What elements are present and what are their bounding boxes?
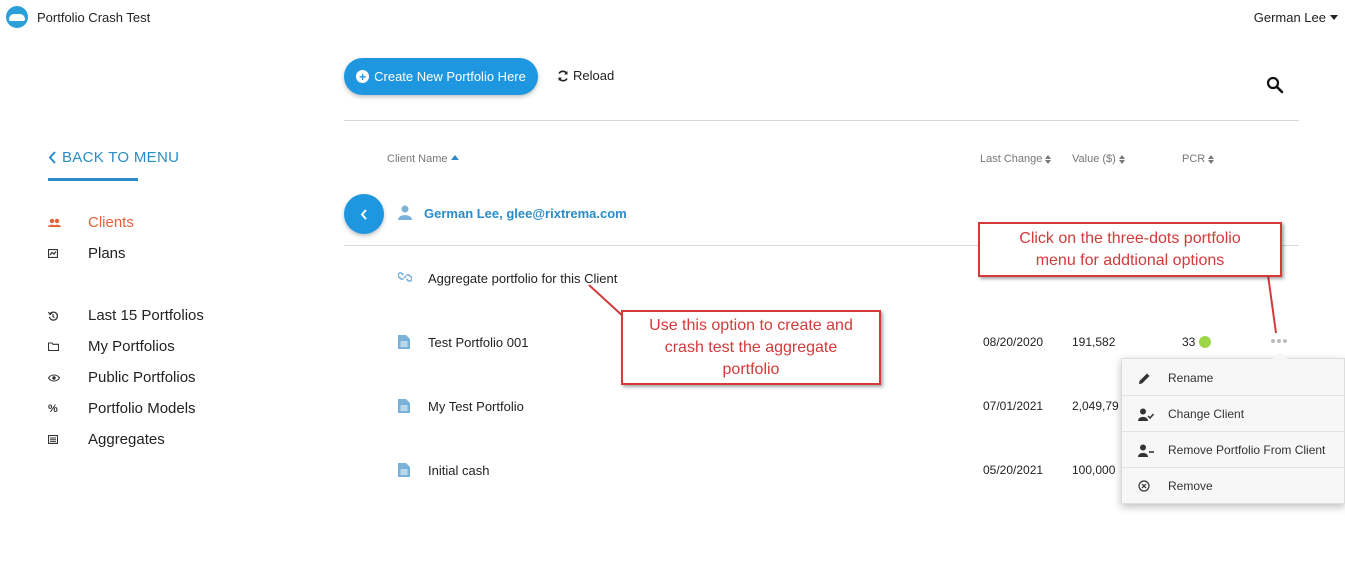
value-cell: 2,049,79 <box>1072 399 1119 413</box>
header-pcr-label: PCR <box>1182 153 1206 165</box>
plans-icon <box>48 249 88 258</box>
user-icon <box>398 205 412 220</box>
chevron-left-icon <box>360 208 367 220</box>
client-name[interactable]: German Lee, glee@rixtrema.com <box>424 206 627 221</box>
user-menu[interactable]: German Lee <box>1254 10 1338 25</box>
sidebar-item-portfolio-models[interactable]: % Portfolio Models <box>48 400 196 417</box>
link-icon <box>398 272 412 282</box>
pencil-icon <box>1122 372 1168 385</box>
header-client-name[interactable]: Client Name <box>387 153 459 165</box>
portfolio-name[interactable]: Test Portfolio 001 <box>428 335 528 350</box>
callout-text: portfolio <box>722 360 780 378</box>
sidebar-item-label: Aggregates <box>88 431 165 448</box>
search-button[interactable] <box>1266 76 1284 94</box>
aggregate-callout: Use this option to create and crash test… <box>621 310 881 385</box>
client-back-button[interactable] <box>344 194 384 234</box>
sidebar-item-plans[interactable]: Plans <box>48 245 126 262</box>
last-change-cell: 05/20/2021 <box>983 463 1044 477</box>
three-dots-callout: Click on the three-dots portfolio menu f… <box>978 222 1282 277</box>
percent-icon: % <box>48 402 58 415</box>
portfolio-name-aggregate[interactable]: Aggregate portfolio for this Client <box>428 271 617 286</box>
reload-button[interactable]: Reload <box>557 68 614 83</box>
user-check-icon <box>1122 408 1168 421</box>
sort-icon <box>1118 154 1125 164</box>
header-last-change[interactable]: Last Change <box>980 153 1052 165</box>
value-cell: 100,000 <box>1072 463 1116 477</box>
pcr-value: 33 <box>1182 335 1196 349</box>
callout-pointer-line <box>1267 274 1277 334</box>
pcr-cell: 33 <box>1182 335 1212 349</box>
create-portfolio-button[interactable]: + Create New Portfolio Here <box>344 58 538 95</box>
value-cell: 191,582 <box>1072 335 1116 349</box>
menu-item-rename[interactable]: Rename <box>1122 360 1344 396</box>
sort-icon <box>1045 154 1052 164</box>
sidebar-item-last-15-portfolios[interactable]: Last 15 Portfolios <box>48 307 204 324</box>
create-portfolio-label: Create New Portfolio Here <box>374 69 526 84</box>
reload-label: Reload <box>573 68 615 83</box>
callout-text: Click on the three-dots portfolio <box>1019 229 1241 247</box>
chevron-left-icon <box>48 151 56 164</box>
list-icon <box>48 435 88 444</box>
sidebar-item-label: Last 15 Portfolios <box>88 307 204 324</box>
back-to-menu-link[interactable]: BACK TO MENU <box>48 149 179 166</box>
callout-text: crash test the aggregate <box>664 338 838 356</box>
sidebar-item-public-portfolios[interactable]: Public Portfolios <box>48 369 196 386</box>
sidebar-item-clients[interactable]: Clients <box>48 214 134 231</box>
sidebar-item-aggregates[interactable]: Aggregates <box>48 431 165 448</box>
search-icon <box>1266 76 1284 94</box>
sidebar-item-label: Clients <box>88 214 134 231</box>
menu-item-label: Rename <box>1168 371 1214 385</box>
history-icon <box>48 311 88 321</box>
app-logo <box>6 6 28 28</box>
app-title: Portfolio Crash Test <box>37 10 151 25</box>
caret-down-icon <box>1330 15 1338 20</box>
back-underline <box>48 178 138 181</box>
callout-text: Use this option to create and <box>649 316 853 334</box>
header-last-change-label: Last Change <box>980 153 1043 165</box>
sidebar-item-label: Portfolio Models <box>88 400 196 417</box>
sort-icon <box>1208 154 1215 164</box>
last-change-cell: 07/01/2021 <box>983 399 1044 413</box>
header-pcr[interactable]: PCR <box>1182 153 1215 165</box>
document-icon <box>398 399 410 413</box>
menu-item-label: Remove <box>1168 479 1213 493</box>
dot-icon <box>1277 339 1281 343</box>
three-dots-menu-button[interactable] <box>1271 339 1287 343</box>
sidebar-item-label: My Portfolios <box>88 338 175 355</box>
portfolio-context-menu: Rename Change Client Remove Portfolio Fr… <box>1121 352 1345 504</box>
pcr-status-dot <box>1199 336 1212 348</box>
header-client-name-label: Client Name <box>387 153 448 165</box>
header-value[interactable]: Value ($) <box>1072 153 1125 165</box>
sidebar-item-label: Public Portfolios <box>88 369 196 386</box>
menu-item-change-client[interactable]: Change Client <box>1122 396 1344 432</box>
plus-circle-icon: + <box>356 70 370 83</box>
portfolio-name[interactable]: My Test Portfolio <box>428 399 524 414</box>
sort-ascending-icon <box>450 154 459 160</box>
remove-circle-icon <box>1122 480 1168 492</box>
menu-item-remove[interactable]: Remove <box>1122 468 1344 504</box>
user-minus-icon <box>1122 444 1168 457</box>
eye-icon <box>48 373 88 382</box>
folder-icon <box>48 342 88 351</box>
document-icon <box>398 463 410 477</box>
menu-item-label: Remove Portfolio From Client <box>1168 443 1326 457</box>
document-icon <box>398 335 410 349</box>
dot-icon <box>1271 339 1275 343</box>
callout-text: menu for addtional options <box>1035 251 1225 269</box>
portfolio-name[interactable]: Initial cash <box>428 463 489 478</box>
users-icon <box>48 218 88 228</box>
last-change-cell: 08/20/2020 <box>983 335 1044 349</box>
reload-icon <box>558 70 568 81</box>
header-value-label: Value ($) <box>1072 153 1116 165</box>
dot-icon <box>1283 339 1287 343</box>
menu-item-remove-from-client[interactable]: Remove Portfolio From Client <box>1122 432 1344 468</box>
back-to-menu-label: BACK TO MENU <box>62 149 180 166</box>
menu-item-label: Change Client <box>1168 407 1245 421</box>
sidebar-item-my-portfolios[interactable]: My Portfolios <box>48 338 175 355</box>
sidebar-item-label: Plans <box>88 245 126 262</box>
user-name: German Lee <box>1253 10 1326 25</box>
toolbar-divider <box>344 120 1299 121</box>
